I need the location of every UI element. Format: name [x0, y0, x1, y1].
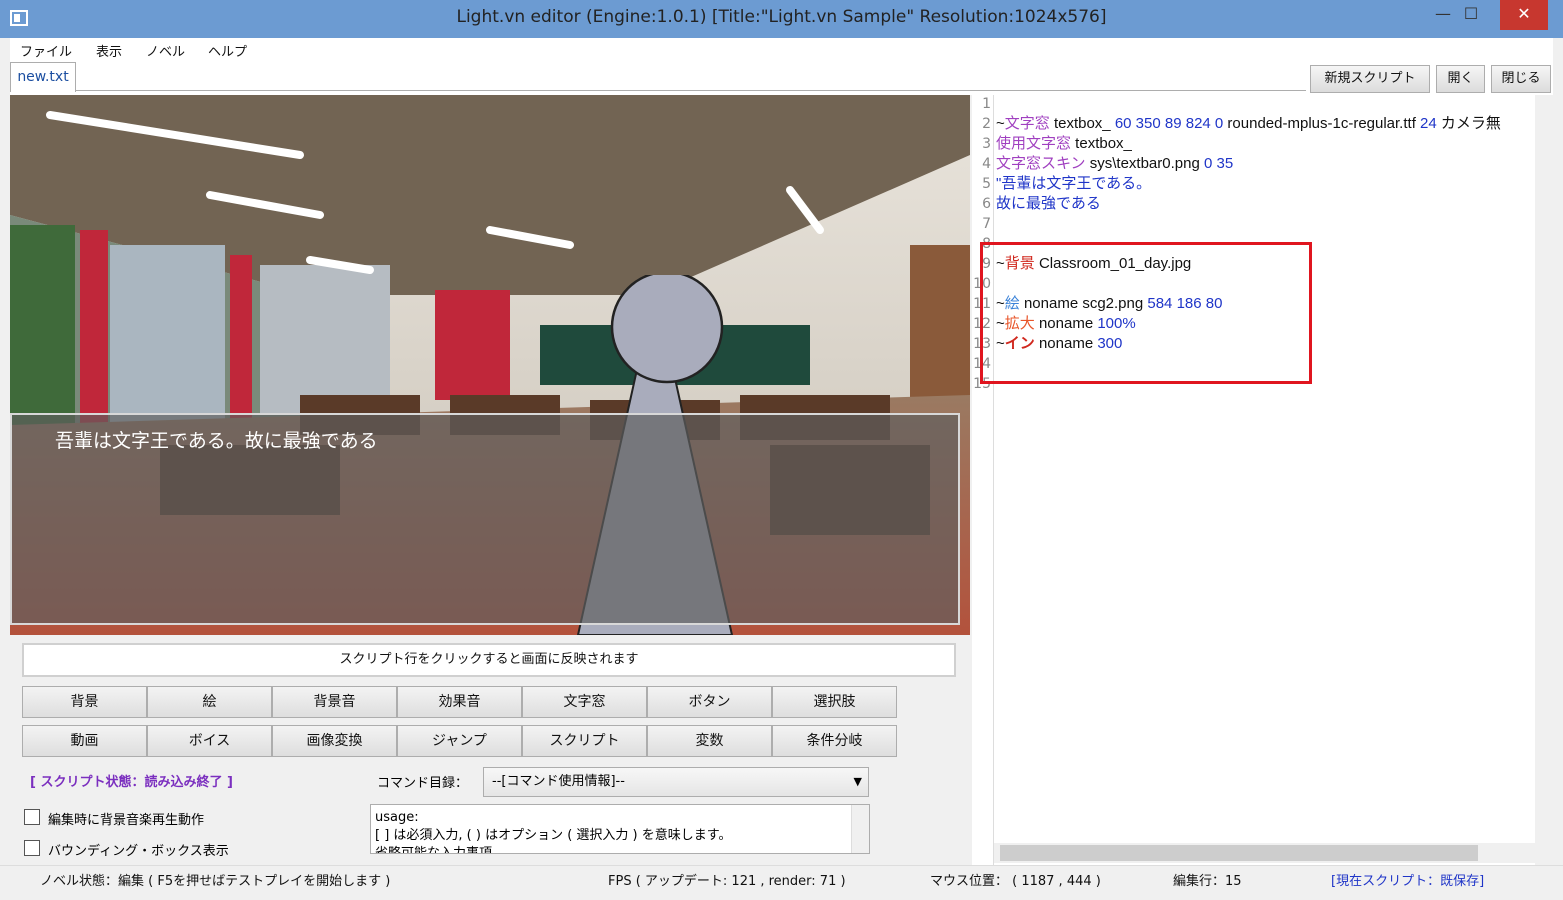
usage-textarea[interactable]: usage: [ ] は必須入力, ( ) はオプション ( 選択入力 ) を意… [370, 804, 870, 854]
code-line[interactable]: "吾輩は文字王である。 [996, 174, 1151, 194]
bgm-on-edit-checkbox[interactable] [24, 809, 40, 825]
minimize-button[interactable]: — [1430, 0, 1456, 30]
bounding-box-checkbox[interactable] [24, 840, 40, 856]
highlight-box [980, 242, 1312, 384]
menu-view[interactable]: 表示 [96, 41, 122, 60]
tab-divider [76, 90, 1306, 91]
horizontal-scroll-thumb[interactable] [1000, 845, 1478, 861]
code-line[interactable]: 文字窓スキン sys\textbar0.png 0 35 [996, 154, 1233, 174]
menu-file[interactable]: ファイル [20, 41, 72, 60]
line-number: 5 [982, 176, 991, 192]
code-token: 文字窓 [1004, 115, 1050, 132]
usage-line-2: [ ] は必須入力, ( ) はオプション ( 選択入力 ) を意味します。 [375, 828, 732, 843]
menu-novel[interactable]: ノベル [146, 41, 185, 60]
maximize-button[interactable]: ☐ [1458, 0, 1484, 30]
code-token: 使用文字窓 [996, 135, 1072, 152]
code-token: textbox_ [1049, 115, 1115, 132]
line-number: 2 [982, 116, 991, 132]
novel-state-status: ノベル状態：編集 ( F5を押せばテストプレイを開始します ) [40, 874, 391, 889]
tab-new-txt[interactable]: new.txt [10, 62, 76, 92]
code-token: カメラ無 [1436, 115, 1501, 132]
code-line[interactable]: ~文字窓 textbox_ 60 350 89 824 0 rounded-mp… [996, 114, 1501, 134]
bounding-box-label: バウンディング・ボックス表示 [48, 844, 229, 859]
mouse-position-status: マウス位置： ( 1187 , 444 ) [930, 874, 1101, 889]
line-number: 1 [982, 96, 991, 112]
code-token: 24 [1420, 115, 1437, 132]
open-button[interactable]: 開く [1436, 65, 1485, 93]
window-title: Light.vn editor (Engine:1.0.1) [Title:"L… [456, 7, 1107, 27]
code-line[interactable]: 故に最強である [996, 194, 1101, 214]
code-line[interactable]: 使用文字窓 textbox_ [996, 134, 1132, 154]
cmd-video-button[interactable]: 動画 [22, 725, 147, 757]
command-list-label: コマンド目録： [377, 776, 469, 791]
line-number: 3 [982, 136, 991, 152]
usage-line-3: 省略可能な入力事項 [375, 846, 493, 854]
code-token: "吾輩は文字王である。 [996, 175, 1152, 192]
close-button[interactable]: 閉じる [1491, 65, 1551, 93]
cmd-background-button[interactable]: 背景 [22, 686, 147, 718]
menu-help[interactable]: ヘルプ [208, 41, 247, 60]
cmd-button-button[interactable]: ボタン [647, 686, 772, 718]
code-token: 故に最強である [996, 195, 1101, 212]
line-number: 6 [982, 196, 991, 212]
cmd-voice-button[interactable]: ボイス [147, 725, 272, 757]
code-token: sys\textbar0.png [1085, 155, 1204, 172]
fps-status: FPS ( アップデート: 121 , render: 71 ) [608, 874, 846, 889]
cmd-textbox-button[interactable]: 文字窓 [522, 686, 647, 718]
code-token: ~ [996, 115, 1005, 132]
bgm-on-edit-label: 編集時に背景音楽再生動作 [48, 813, 205, 828]
cmd-jump-button[interactable]: ジャンプ [397, 725, 522, 757]
cmd-image-transform-button[interactable]: 画像変換 [272, 725, 397, 757]
new-script-button[interactable]: 新規スクリプト [1310, 65, 1430, 93]
cmd-sfx-button[interactable]: 効果音 [397, 686, 522, 718]
script-state-label: [ スクリプト状態：読み込み終了 ] [30, 775, 233, 790]
code-token: 0 35 [1203, 155, 1234, 172]
cmd-variable-button[interactable]: 変数 [647, 725, 772, 757]
command-list-select[interactable]: --[コマンド使用情報]-- ▼ [483, 767, 869, 797]
hint-bar: スクリプト行をクリックすると画面に反映されます [22, 643, 956, 677]
message-text: 吾輩は文字王である。故に最強である [55, 430, 378, 452]
cmd-choice-button[interactable]: 選択肢 [772, 686, 897, 718]
close-window-button[interactable]: ✕ [1500, 0, 1548, 30]
usage-line-1: usage: [375, 810, 419, 825]
cmd-condition-button[interactable]: 条件分岐 [772, 725, 897, 757]
cmd-picture-button[interactable]: 絵 [147, 686, 272, 718]
chevron-down-icon: ▼ [853, 775, 862, 788]
cmd-script-button[interactable]: スクリプト [522, 725, 647, 757]
code-token: textbox_ [1071, 135, 1132, 152]
line-number: 7 [982, 216, 991, 232]
current-script-status[interactable]: [現在スクリプト：既保存] [1331, 870, 1484, 889]
command-list-value: --[コマンド使用情報]-- [492, 774, 625, 789]
usage-scrollbar[interactable] [851, 805, 869, 853]
code-token: 文字窓スキン [996, 155, 1086, 172]
line-number: 4 [982, 156, 991, 172]
code-token: 60 350 89 824 0 [1114, 115, 1224, 132]
code-token: rounded-mplus-1c-regular.ttf [1223, 115, 1421, 132]
cmd-bgm-button[interactable]: 背景音 [272, 686, 397, 718]
edit-line-status: 編集行：15 [1173, 874, 1242, 889]
editor-vertical-scrollbar[interactable] [1535, 95, 1553, 845]
